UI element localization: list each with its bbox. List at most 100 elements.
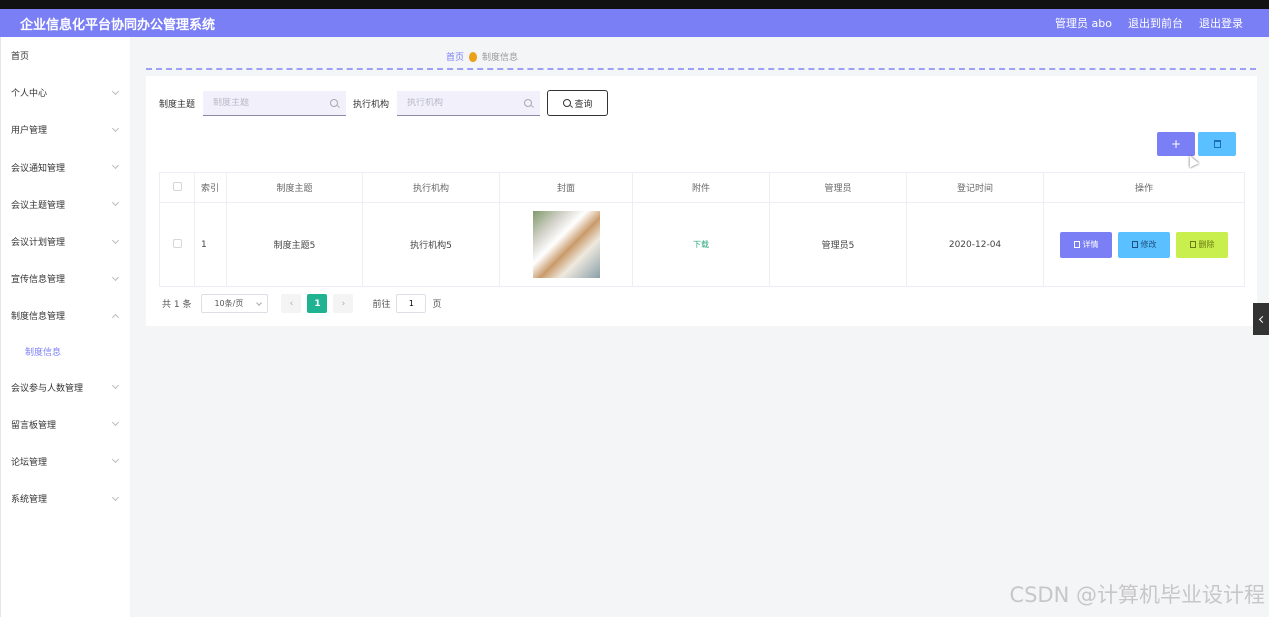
sidebar-item-personal-center[interactable]: 个人中心 bbox=[1, 74, 130, 111]
attachment-cell: 下载 bbox=[632, 202, 770, 287]
chevron-down-icon bbox=[111, 162, 120, 170]
org-search-input[interactable] bbox=[407, 97, 518, 108]
org-label: 执行机构 bbox=[353, 99, 390, 110]
detail-button-label: 详情 bbox=[1082, 240, 1099, 249]
total-count: 共 1 条 bbox=[162, 300, 192, 310]
sidebar-item-label: 会议参与人数管理 bbox=[11, 383, 84, 394]
goto-page: 前往 页 bbox=[372, 294, 441, 313]
delete-button-label: 删除 bbox=[1198, 240, 1215, 249]
row-select-cell bbox=[159, 202, 195, 287]
chevron-down-icon bbox=[111, 382, 120, 390]
sidebar-item-label: 宣传信息管理 bbox=[11, 275, 66, 286]
sidebar-item-participants[interactable]: 会议参与人数管理 bbox=[1, 369, 130, 406]
operations-cell: 详情 修改 删除 bbox=[1043, 202, 1245, 287]
sidebar-item-label: 个人中心 bbox=[11, 89, 48, 100]
download-link[interactable]: 下载 bbox=[693, 240, 709, 249]
chevron-down-icon bbox=[111, 199, 120, 207]
goto-page-input[interactable] bbox=[396, 294, 427, 313]
topic-search-field bbox=[203, 90, 347, 116]
search-form: 制度主题 执行机构 查询 bbox=[159, 90, 609, 116]
header-actions: 管理员 abo 退出到前台 退出登录 bbox=[1055, 15, 1243, 31]
edit-button[interactable]: 修改 bbox=[1118, 231, 1170, 258]
logout-link[interactable]: 退出登录 bbox=[1199, 15, 1243, 31]
query-button-label: 查询 bbox=[574, 99, 593, 110]
prev-page-button[interactable]: ‹ bbox=[281, 294, 302, 313]
sidebar-item-user-management[interactable]: 用户管理 bbox=[1, 111, 130, 148]
chevron-down-icon bbox=[111, 273, 120, 281]
sidebar-item-label: 用户管理 bbox=[11, 126, 48, 137]
trash-icon bbox=[1189, 241, 1196, 248]
back-to-front-link[interactable]: 退出到前台 bbox=[1128, 15, 1183, 31]
select-all-checkbox[interactable] bbox=[172, 181, 182, 191]
table-header-row: 索引 制度主题 执行机构 封面 附件 管理员 登记时间 操作 bbox=[159, 172, 1245, 203]
column-header: 制度主题 bbox=[226, 172, 363, 203]
column-header: 执行机构 bbox=[362, 172, 500, 203]
row-checkbox[interactable] bbox=[172, 238, 182, 248]
next-page-button[interactable]: › bbox=[333, 294, 354, 313]
search-icon bbox=[562, 99, 571, 107]
trash-icon bbox=[1213, 140, 1221, 148]
sidebar-subitem-regulation-info[interactable]: 制度信息 bbox=[1, 335, 130, 369]
pagination: 共 1 条 10条/页 ‹ 1 › 前往 页 bbox=[162, 294, 441, 313]
sidebar-item-meeting-topic[interactable]: 会议主题管理 bbox=[1, 186, 130, 223]
topic-search-input[interactable] bbox=[213, 97, 324, 108]
app-title: 企业信息化平台协同办公管理系统 bbox=[20, 17, 216, 33]
table-row: 1 制度主题5 执行机构5 下载 管理员5 2020-12-04 详情 修改 删… bbox=[159, 202, 1245, 287]
sidebar-item-home[interactable]: 首页 bbox=[1, 37, 130, 74]
date-cell: 2020-12-04 bbox=[906, 202, 1044, 287]
detail-button[interactable]: 详情 bbox=[1060, 231, 1112, 258]
topic-label: 制度主题 bbox=[159, 99, 196, 110]
mouse-cursor-icon bbox=[1185, 153, 1199, 168]
sidebar-item-system[interactable]: 系统管理 bbox=[1, 480, 130, 517]
edit-button-label: 修改 bbox=[1140, 240, 1157, 249]
topic-cell: 制度主题5 bbox=[226, 202, 363, 287]
sidebar-item-forum[interactable]: 论坛管理 bbox=[1, 443, 130, 480]
chevron-down-icon bbox=[111, 493, 120, 501]
row-actions: 详情 修改 删除 bbox=[1044, 231, 1244, 258]
column-header: 操作 bbox=[1043, 172, 1245, 203]
chevron-down-icon bbox=[111, 124, 120, 133]
delete-button[interactable]: 删除 bbox=[1176, 231, 1228, 258]
document-icon bbox=[1073, 241, 1080, 248]
sidebar-item-label: 系统管理 bbox=[11, 495, 48, 506]
page-size-select[interactable]: 10条/页 bbox=[201, 294, 269, 313]
sidebar-item-label: 留言板管理 bbox=[11, 420, 57, 431]
edit-icon bbox=[1131, 241, 1138, 248]
admin-cell: 管理员5 bbox=[769, 202, 907, 287]
watermark: CSDN @计算机毕业设计程 bbox=[1009, 583, 1265, 607]
page-number-current[interactable]: 1 bbox=[307, 294, 328, 313]
chevron-down-icon bbox=[111, 236, 120, 244]
sidebar: 首页 个人中心 用户管理 会议通知管理 会议主题管理 会议计划管理 宣传信息管理… bbox=[0, 37, 130, 617]
cover-image[interactable] bbox=[532, 211, 600, 278]
sidebar-item-label: 首页 bbox=[11, 52, 30, 63]
sidebar-item-publicity[interactable]: 宣传信息管理 bbox=[1, 260, 130, 297]
sidebar-item-meeting-plan[interactable]: 会议计划管理 bbox=[1, 223, 130, 260]
org-search-field bbox=[397, 90, 541, 116]
sidebar-item-meeting-notice[interactable]: 会议通知管理 bbox=[1, 149, 130, 186]
breadcrumb: 首页 制度信息 bbox=[446, 50, 518, 63]
chevron-left-icon bbox=[1258, 315, 1266, 323]
sidebar-item-regulation[interactable]: 制度信息管理 bbox=[1, 297, 130, 334]
search-icon bbox=[330, 98, 339, 107]
chevron-down-icon bbox=[256, 299, 263, 306]
window-top-strip bbox=[0, 0, 1269, 9]
batch-delete-button[interactable] bbox=[1198, 132, 1236, 156]
sidebar-item-message-board[interactable]: 留言板管理 bbox=[1, 406, 130, 443]
column-header: 索引 bbox=[194, 172, 227, 203]
query-button[interactable]: 查询 bbox=[547, 90, 609, 116]
divider bbox=[146, 68, 1256, 70]
add-button[interactable]: + bbox=[1157, 132, 1195, 156]
breadcrumb-separator-icon bbox=[469, 51, 478, 62]
column-header: 封面 bbox=[499, 172, 633, 203]
current-user: 管理员 abo bbox=[1055, 17, 1112, 30]
app-header: 企业信息化平台协同办公管理系统 管理员 abo 退出到前台 退出登录 bbox=[0, 9, 1269, 37]
cover-cell bbox=[499, 202, 633, 287]
chevron-down-icon bbox=[111, 456, 120, 464]
collapse-panel-toggle[interactable] bbox=[1253, 303, 1269, 335]
sidebar-item-label: 会议通知管理 bbox=[11, 163, 66, 174]
goto-label: 前往 bbox=[372, 300, 391, 310]
content-panel: 制度主题 执行机构 查询 + 索引 制度主题 执行机构 封面 bbox=[146, 76, 1257, 326]
breadcrumb-home[interactable]: 首页 bbox=[446, 50, 464, 63]
select-all-cell bbox=[159, 172, 195, 203]
sidebar-item-label: 论坛管理 bbox=[11, 457, 48, 468]
